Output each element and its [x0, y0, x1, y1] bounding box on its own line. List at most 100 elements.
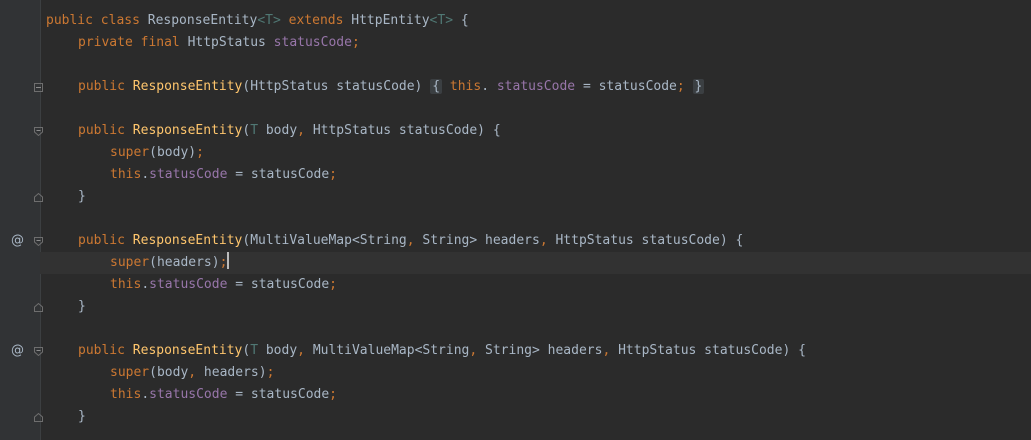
keyword-token: public: [78, 233, 133, 248]
keyword-token: ,: [297, 123, 305, 138]
code-line[interactable]: this.statusCode = statusCode;: [46, 164, 1031, 186]
code-token: HttpStatus statusCode) {: [305, 123, 501, 138]
editor-gutter[interactable]: [0, 0, 40, 440]
field-token: statusCode: [496, 79, 576, 94]
keyword-token: super: [110, 145, 150, 160]
code-line[interactable]: public ResponseEntity(T body, MultiValue…: [46, 340, 1031, 362]
fold-start-icon[interactable]: [34, 127, 43, 136]
code-token: = statusCode: [227, 387, 330, 402]
code-token: }: [78, 189, 86, 204]
type-param-token: T: [250, 123, 259, 138]
code-token: (HttpStatus statusCode): [242, 79, 431, 94]
keyword-token: ;: [329, 167, 337, 182]
keyword-token: ,: [539, 233, 548, 248]
code-token: ResponseEntity: [147, 13, 258, 28]
field-token: statusCode: [149, 167, 228, 182]
fold-end-icon[interactable]: [34, 303, 43, 312]
gutter-divider: [40, 0, 41, 440]
code-token: String> headers: [414, 233, 540, 248]
fold-end-icon[interactable]: [34, 413, 43, 422]
code-token: = statusCode: [227, 277, 330, 292]
keyword-token: this: [110, 167, 142, 182]
keyword-token: ;: [219, 255, 228, 270]
keyword-token: private final: [78, 35, 188, 50]
code-token: .: [481, 79, 497, 94]
code-token: HttpStatus: [187, 35, 274, 50]
keyword-token: super: [110, 365, 150, 380]
code-line[interactable]: }: [46, 296, 1031, 318]
code-line[interactable]: [46, 98, 1031, 120]
method-name-token: ResponseEntity: [132, 79, 243, 94]
keyword-token: ,: [406, 233, 415, 248]
fold-start-icon[interactable]: [34, 347, 43, 356]
keyword-token: public: [78, 343, 133, 358]
folded-brace-token: }: [692, 79, 705, 94]
type-param-token: <T>: [429, 13, 454, 28]
code-token: .: [141, 167, 150, 182]
method-name-token: ResponseEntity: [132, 233, 243, 248]
code-line[interactable]: [46, 54, 1031, 76]
keyword-token: public class: [46, 13, 148, 28]
keyword-token: this: [449, 79, 482, 94]
text-caret: [227, 252, 230, 269]
keyword-token: this: [110, 387, 142, 402]
code-line[interactable]: [46, 208, 1031, 230]
code-line[interactable]: super(body);: [46, 142, 1031, 164]
code-token: }: [78, 299, 86, 314]
override-marker-icon[interactable]: @: [11, 344, 24, 357]
code-token: (body): [149, 145, 197, 160]
code-token: = statusCode: [575, 79, 677, 94]
fold-end-icon[interactable]: [34, 193, 43, 202]
keyword-token: ,: [297, 343, 305, 358]
keyword-token: this: [110, 277, 142, 292]
code-token: String> headers: [477, 343, 603, 358]
method-name-token: ResponseEntity: [132, 343, 243, 358]
code-area[interactable]: public class ResponseEntity<T> extends H…: [40, 0, 1031, 440]
code-token: HttpStatus statusCode) {: [547, 233, 744, 248]
current-code-line[interactable]: super(headers);: [40, 252, 1031, 274]
keyword-token: ,: [188, 365, 197, 380]
code-token: .: [141, 277, 150, 292]
keyword-token: super: [110, 255, 150, 270]
field-token: statusCode: [149, 277, 228, 292]
code-editor[interactable]: @ @ public class ResponseEntity<T> exten…: [0, 0, 1031, 440]
field-token: statusCode: [149, 387, 228, 402]
code-token: body: [258, 343, 298, 358]
fold-collapsed-icon[interactable]: [34, 83, 43, 92]
fold-start-icon[interactable]: [34, 237, 43, 246]
code-token: headers): [196, 365, 267, 380]
code-token: MultiValueMap<String: [305, 343, 470, 358]
code-token: }: [78, 409, 86, 424]
code-token: (body: [149, 365, 189, 380]
code-line[interactable]: private final HttpStatus statusCode;: [46, 32, 1031, 54]
override-marker-icon[interactable]: @: [11, 234, 24, 247]
code-line[interactable]: }: [46, 406, 1031, 428]
folded-brace-token: {: [430, 79, 443, 94]
code-token: (headers): [149, 255, 220, 270]
keyword-token: ;: [329, 277, 337, 292]
code-token: {: [453, 13, 469, 28]
code-line[interactable]: this.statusCode = statusCode;: [46, 384, 1031, 406]
type-param-token: <T>: [257, 13, 281, 28]
code-line[interactable]: public class ResponseEntity<T> extends H…: [46, 10, 1031, 32]
keyword-token: public: [78, 123, 133, 138]
code-token: HttpEntity: [351, 13, 430, 28]
code-line[interactable]: }: [46, 186, 1031, 208]
code-line[interactable]: super(body, headers);: [46, 362, 1031, 384]
code-token: .: [141, 387, 150, 402]
code-token: = statusCode: [227, 167, 330, 182]
type-param-token: T: [250, 343, 259, 358]
code-line[interactable]: public ResponseEntity(T body, HttpStatus…: [46, 120, 1031, 142]
code-line[interactable]: this.statusCode = statusCode;: [46, 274, 1031, 296]
keyword-token: ;: [351, 35, 360, 50]
method-name-token: ResponseEntity: [132, 123, 243, 138]
keyword-token: ;: [196, 145, 204, 160]
code-token: HttpStatus statusCode) {: [610, 343, 806, 358]
code-line[interactable]: public ResponseEntity(MultiValueMap<Stri…: [46, 230, 1031, 252]
code-line[interactable]: [46, 318, 1031, 340]
keyword-token: public: [78, 79, 133, 94]
code-line[interactable]: public ResponseEntity(HttpStatus statusC…: [46, 76, 1031, 98]
keyword-token: extends: [280, 13, 352, 28]
